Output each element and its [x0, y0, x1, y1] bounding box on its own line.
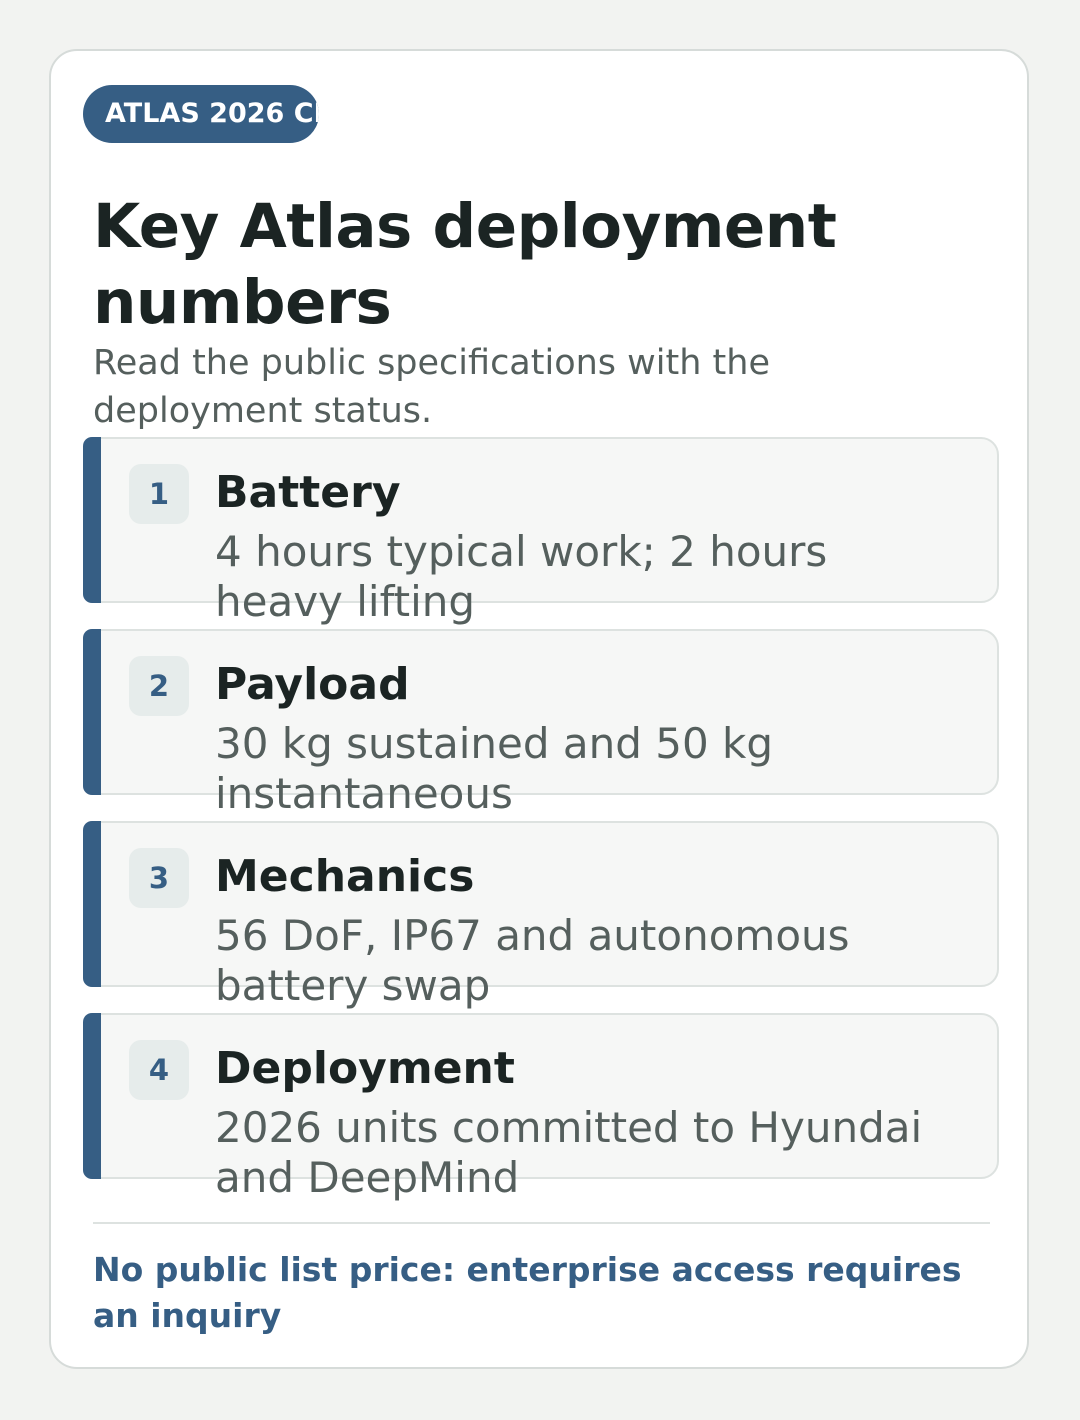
- page-title: Key Atlas deployment numbers: [93, 191, 837, 338]
- item-description: 56 DoF, IP67 and autonomous battery swap: [215, 911, 850, 1010]
- item-accent-bar: [83, 629, 101, 795]
- spec-item-mechanics: 3 Mechanics 56 DoF, IP67 and autonomous …: [83, 821, 999, 1010]
- spec-item-battery: 1 Battery 4 hours typical work; 2 hours …: [83, 437, 999, 626]
- item-number: 2: [129, 656, 189, 716]
- item-label: Mechanics: [215, 851, 475, 902]
- item-description: 2026 units committed to Hyundai and Deep…: [215, 1103, 923, 1202]
- item-number: 4: [129, 1040, 189, 1100]
- item-number: 1: [129, 464, 189, 524]
- item-label: Battery: [215, 467, 401, 518]
- item-accent-bar: [83, 437, 101, 603]
- spec-item-payload: 2 Payload 30 kg sustained and 50 kg inst…: [83, 629, 999, 818]
- item-label: Payload: [215, 659, 410, 710]
- item-accent-bar: [83, 821, 101, 987]
- item-accent-bar: [83, 1013, 101, 1179]
- item-label: Deployment: [215, 1043, 515, 1094]
- item-description: 4 hours typical work; 2 hours heavy lift…: [215, 527, 828, 626]
- spec-card: ATLAS 2026 CHECKLIST Key Atlas deploymen…: [49, 49, 1029, 1369]
- page-subtitle: Read the public specifications with the …: [93, 343, 770, 431]
- pricing-note: No public list price: enterprise access …: [93, 1250, 962, 1335]
- footer-divider: [93, 1222, 990, 1224]
- item-number: 3: [129, 848, 189, 908]
- spec-item-deployment: 4 Deployment 2026 units committed to Hyu…: [83, 1013, 999, 1202]
- category-badge: ATLAS 2026 CHECKLIST: [83, 85, 319, 143]
- item-description: 30 kg sustained and 50 kg instantaneous: [215, 719, 773, 818]
